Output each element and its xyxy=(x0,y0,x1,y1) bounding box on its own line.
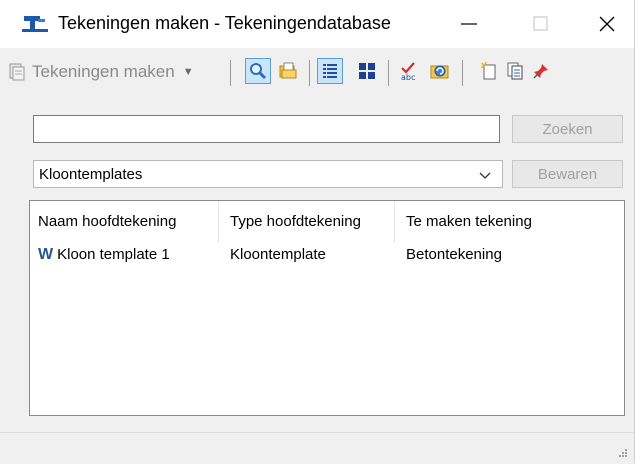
spellcheck-button[interactable]: abc xyxy=(397,58,423,84)
chevron-down-icon: ▼ xyxy=(182,66,194,78)
minimize-button[interactable] xyxy=(446,0,492,48)
pin-icon xyxy=(533,64,548,79)
search-toggle-button[interactable] xyxy=(245,58,271,84)
column-divider[interactable] xyxy=(394,201,395,243)
drawings-list: Naam hoofdtekening Type hoofdtekening Te… xyxy=(29,200,625,416)
list-item-name: Kloon template 1 xyxy=(57,246,170,263)
column-header-type[interactable]: Type hoofdtekening xyxy=(230,213,361,230)
maximize-icon xyxy=(533,16,548,31)
open-folder-icon xyxy=(279,62,297,79)
list-view-icon xyxy=(323,64,337,78)
list-item-target: Betontekening xyxy=(406,246,502,263)
maximize-button[interactable] xyxy=(518,0,564,48)
list-item-name-cell: W Kloon template 1 xyxy=(38,246,170,264)
search-icon xyxy=(250,63,267,80)
list-header: Naam hoofdtekening Type hoofdtekening Te… xyxy=(30,201,624,243)
open-folder-button[interactable] xyxy=(275,58,301,84)
app-logo-icon xyxy=(22,16,48,32)
copy-document-icon xyxy=(507,62,523,80)
list-item[interactable]: W Kloon template 1 Kloontemplate Betontek… xyxy=(30,243,624,269)
grid-view-button[interactable] xyxy=(354,58,380,84)
list-view-button[interactable] xyxy=(317,58,343,84)
status-bar xyxy=(0,432,634,464)
title-bar: Tekeningen maken - Tekeningendatabase xyxy=(0,0,634,48)
close-button[interactable] xyxy=(584,0,630,48)
search-button[interactable]: Zoeken xyxy=(512,115,623,143)
template-filter-select[interactable]: Kloontemplates xyxy=(33,160,503,188)
pin-button[interactable] xyxy=(528,58,554,84)
column-header-name[interactable]: Naam hoofdtekening xyxy=(38,213,176,230)
new-document-button[interactable] xyxy=(476,58,502,84)
column-divider[interactable] xyxy=(218,201,219,243)
list-item-type: Kloontemplate xyxy=(230,246,326,263)
close-icon xyxy=(599,16,615,32)
toolbar: Tekeningen maken ▼ abc xyxy=(0,48,634,96)
save-button[interactable]: Bewaren xyxy=(512,160,623,188)
minimize-icon xyxy=(461,23,477,25)
new-document-icon xyxy=(481,61,496,80)
refresh-button[interactable] xyxy=(427,58,453,84)
toolbar-divider xyxy=(309,60,310,86)
mode-dropdown-label: Tekeningen maken xyxy=(32,62,175,81)
refresh-icon xyxy=(430,65,449,79)
chevron-down-icon xyxy=(479,172,491,179)
template-filter-value: Kloontemplates xyxy=(39,165,143,183)
search-input[interactable] xyxy=(33,115,500,143)
document-mode-icon xyxy=(9,63,25,81)
spellcheck-icon: abc xyxy=(401,62,415,82)
copy-document-button[interactable] xyxy=(502,58,528,84)
svg-text:abc: abc xyxy=(401,73,415,82)
toolbar-divider xyxy=(388,60,389,86)
window-title: Tekeningen maken - Tekeningendatabase xyxy=(58,13,391,33)
toolbar-divider xyxy=(462,60,463,86)
window: Tekeningen maken - Tekeningendatabase Te… xyxy=(0,0,635,464)
word-document-icon: W xyxy=(38,246,54,263)
toolbar-divider xyxy=(230,60,231,86)
mode-dropdown[interactable]: Tekeningen maken ▼ xyxy=(8,57,194,87)
resize-grip-icon[interactable] xyxy=(618,448,628,458)
grid-view-icon xyxy=(359,63,375,79)
column-header-target[interactable]: Te maken tekening xyxy=(406,213,532,230)
